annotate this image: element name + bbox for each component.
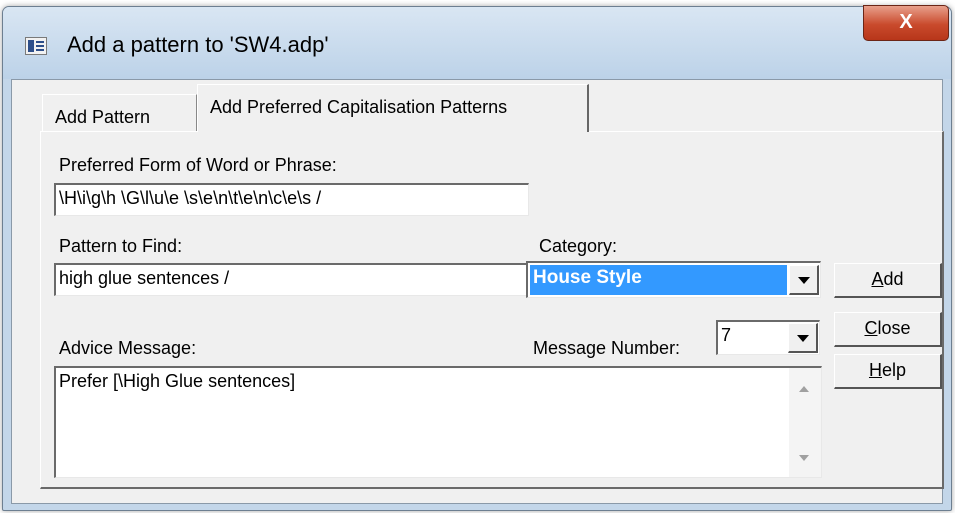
dialog-client-area: Add Pattern Add Preferred Capitalisation…: [11, 79, 944, 504]
window-title: Add a pattern to 'SW4.adp': [67, 32, 329, 57]
tab-add-preferred-capitalisation-patterns[interactable]: Add Preferred Capitalisation Patterns: [197, 84, 589, 132]
chevron-down-icon[interactable]: [789, 265, 819, 295]
add-button-label: dd: [883, 269, 904, 289]
message-number-value: 7: [721, 325, 732, 345]
message-number-label: Message Number:: [533, 338, 681, 358]
scroll-down-icon[interactable]: [799, 455, 809, 461]
preferred-form-input[interactable]: \H\i\g\h \G\l\u\e \s\e\n\t\e\n\c\e\s /: [54, 183, 529, 216]
category-label: Category:: [539, 236, 618, 256]
close-button[interactable]: Close: [834, 312, 942, 347]
tab-add-pattern[interactable]: Add Pattern: [42, 94, 197, 132]
advice-message-textarea[interactable]: Prefer [\High Glue sentences]: [54, 366, 822, 478]
close-icon: X: [899, 11, 913, 33]
advice-scrollbar[interactable]: [789, 368, 821, 477]
help-button-label: elp: [881, 360, 907, 380]
help-button-accel: H: [868, 360, 882, 380]
pattern-to-find-label: Pattern to Find:: [59, 236, 183, 256]
scroll-up-icon[interactable]: [799, 386, 809, 392]
message-number-select[interactable]: 7: [716, 320, 820, 355]
category-selected-value: House Style: [530, 265, 787, 295]
add-button-accel: A: [871, 269, 884, 289]
help-button[interactable]: Help: [834, 354, 942, 389]
pattern-to-find-input[interactable]: high glue sentences /: [54, 263, 529, 296]
dialog-window: Add a pattern to 'SW4.adp' X Add Pattern…: [2, 5, 952, 511]
category-select[interactable]: House Style: [526, 261, 821, 298]
preferred-form-label: Preferred Form of Word or Phrase:: [59, 155, 337, 175]
close-button-label: lose: [877, 318, 911, 338]
advice-message-label: Advice Message:: [59, 338, 197, 358]
close-button-accel: C: [864, 318, 878, 338]
close-window-button[interactable]: X: [863, 5, 949, 41]
app-icon[interactable]: [25, 37, 47, 55]
chevron-down-icon[interactable]: [788, 323, 818, 353]
advice-message-text: Prefer [\High Glue sentences]: [59, 371, 296, 391]
add-button[interactable]: Add: [834, 263, 942, 298]
title-bar[interactable]: Add a pattern to 'SW4.adp' X: [3, 5, 951, 79]
